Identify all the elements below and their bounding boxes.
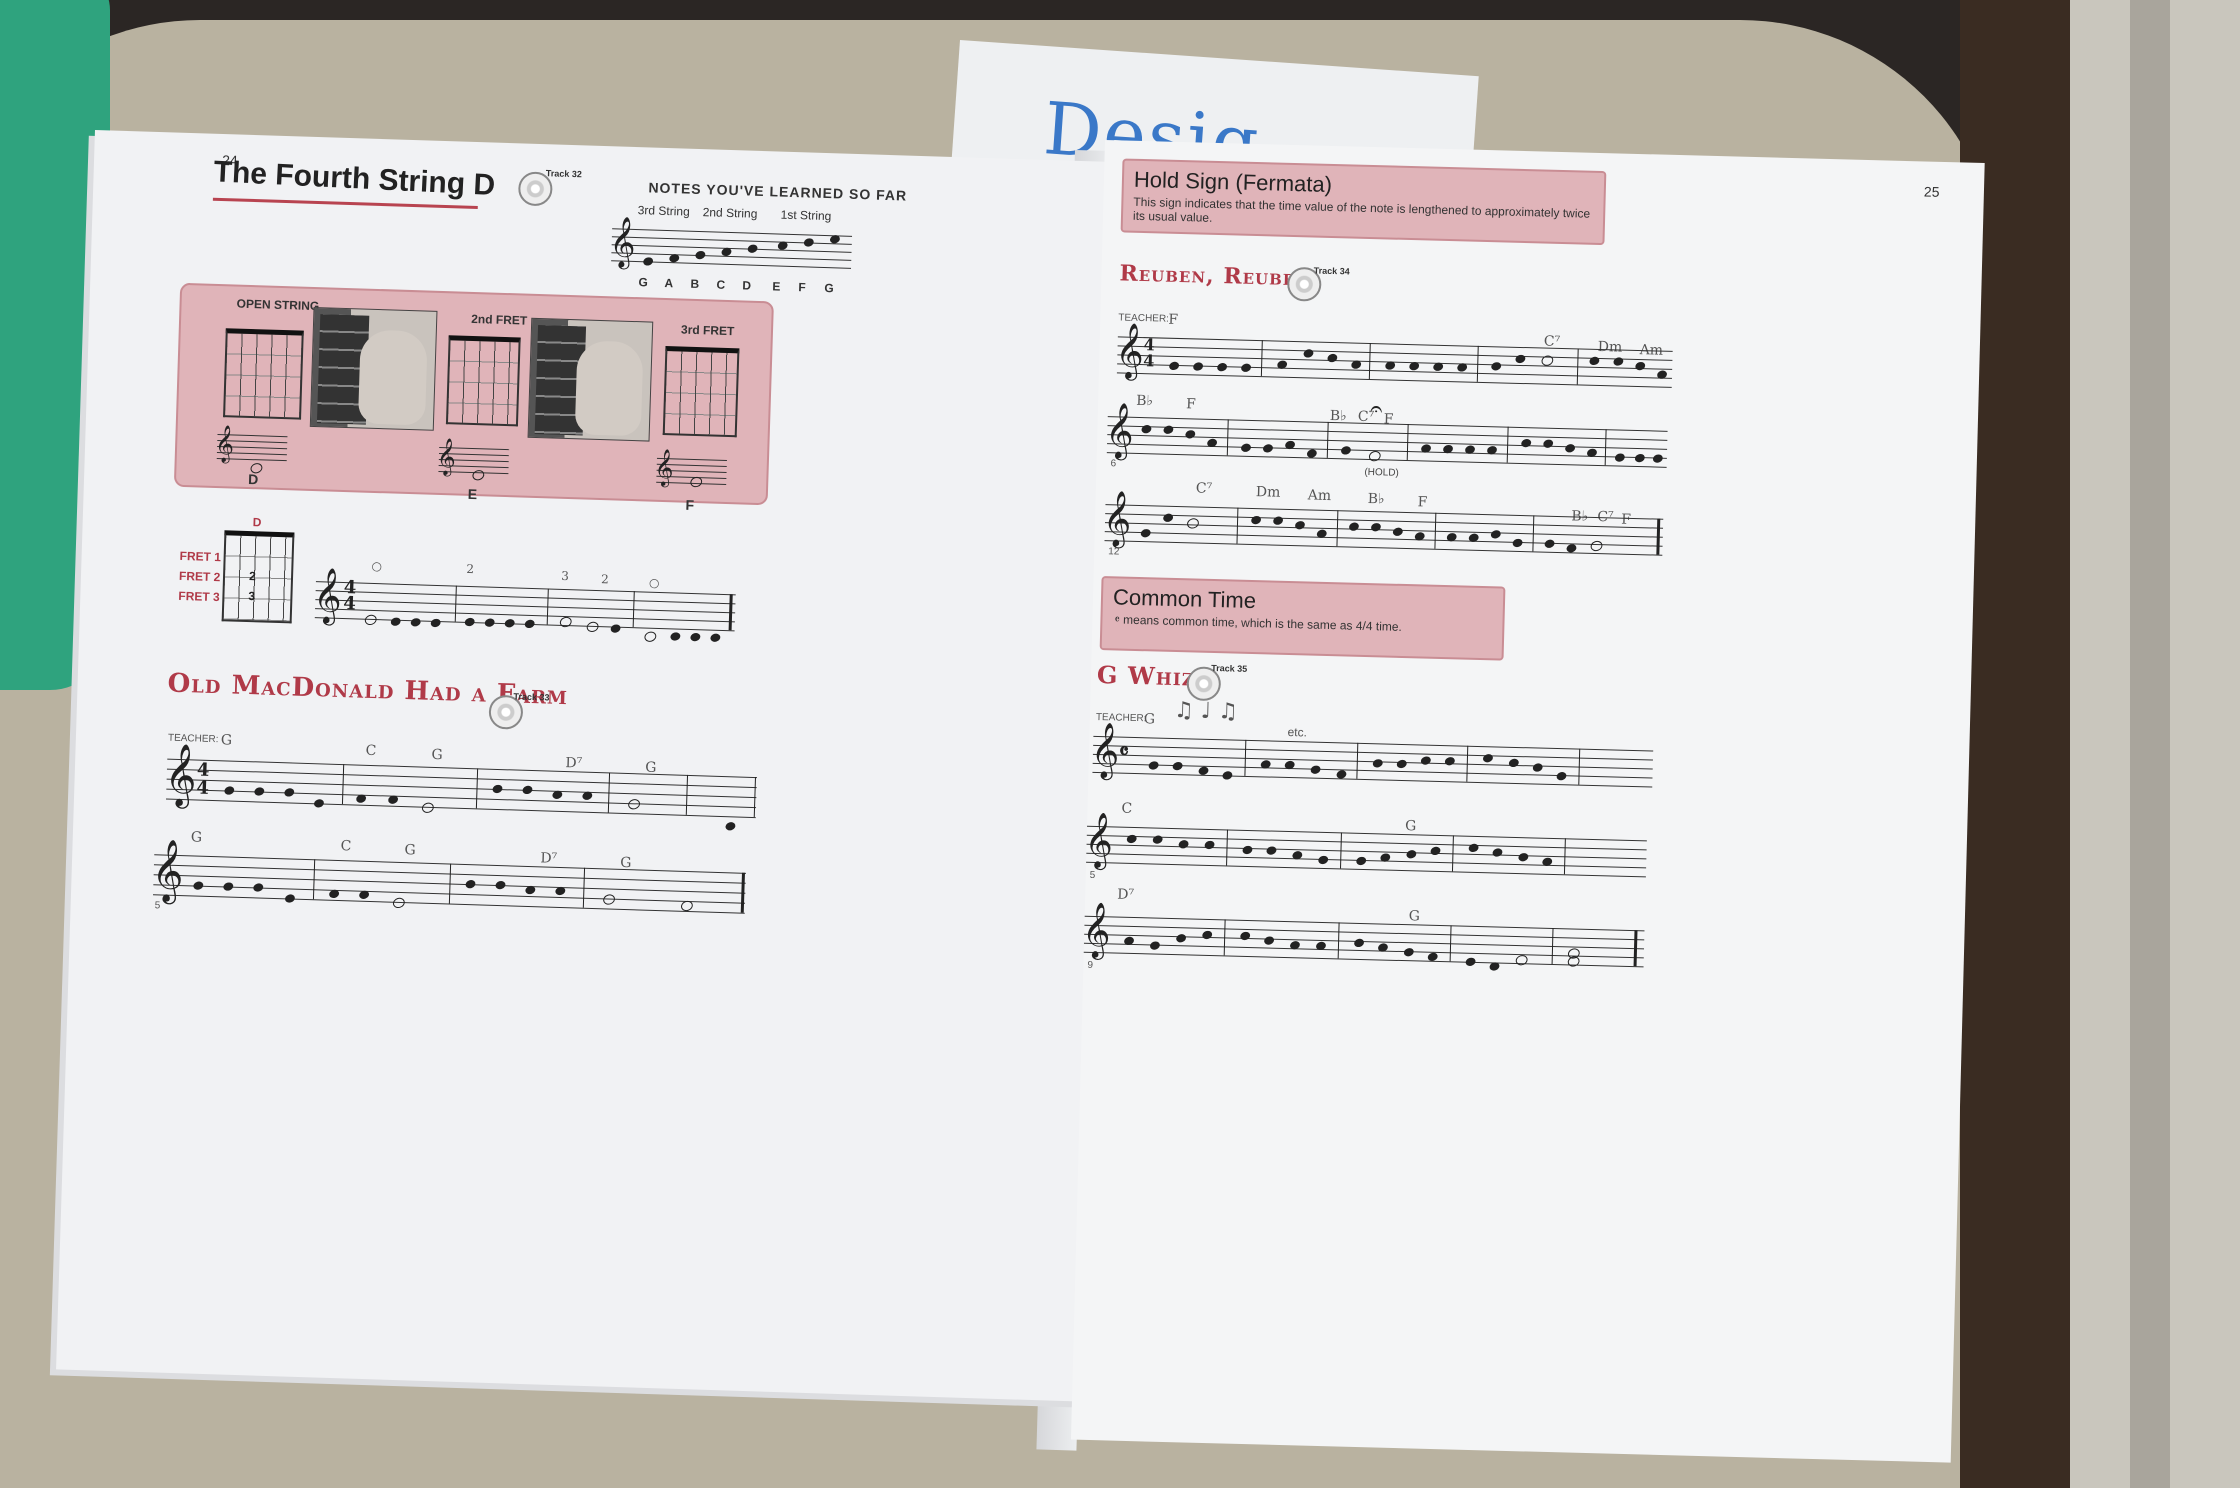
- track-label: Track 33: [513, 691, 550, 703]
- common-time-box: Common Time 𝄴 means common time, which i…: [1099, 576, 1506, 661]
- common-time-icon: 𝄴: [1114, 612, 1124, 627]
- song-staff-row-1: 𝄞 𝄴: [1090, 722, 1654, 788]
- finger-number: ○: [371, 558, 383, 574]
- track-label: Track 35: [1211, 662, 1248, 674]
- chord-symbol: F: [1168, 311, 1179, 328]
- chord-symbol: G: [220, 732, 233, 749]
- hand-photo: [309, 306, 438, 431]
- fret-diagram: [223, 328, 304, 420]
- page-title: The Fourth String D: [212, 155, 496, 203]
- chord-symbol: C⁷: [1195, 480, 1213, 497]
- song-title: Reuben, Reuben: [1119, 260, 1311, 292]
- fermata-icon: 𝄐: [1369, 397, 1383, 423]
- fret-chart-top: D: [252, 515, 262, 530]
- fret-diagram: [445, 335, 521, 427]
- chord-symbol: B♭: [1135, 392, 1154, 410]
- fret-label: FRET 2: [178, 568, 221, 585]
- chord-symbol: G: [404, 842, 416, 859]
- chord-symbol: D⁷: [1117, 886, 1135, 904]
- chord-symbol: G: [431, 746, 443, 764]
- left-page: 24 The Fourth String D Track 32 NOTES YO…: [56, 130, 1135, 1403]
- common-time-text: 𝄴 means common time, which is the same a…: [1114, 612, 1403, 634]
- panel-label-open: OPEN STRING: [236, 296, 320, 314]
- hold-sign-box: Hold Sign (Fermata) This sign indicates …: [1120, 158, 1607, 246]
- song-staff-row-2: 𝄞: [1084, 812, 1647, 878]
- chord-symbol: Am: [1307, 487, 1332, 505]
- chord-symbol: D⁷: [540, 850, 558, 867]
- hold-label: (HOLD): [1364, 466, 1399, 479]
- song-staff-row-1: 𝄞 44: [1115, 322, 1673, 388]
- measure-number: 12: [1108, 546, 1120, 558]
- chord-symbol: Dm: [1255, 484, 1281, 501]
- panel-label-3rd-fret: 3rd FRET: [680, 322, 735, 339]
- note-name: G: [638, 275, 649, 290]
- song-staff-row-1: 𝄞 44: [164, 743, 758, 832]
- track-label: Track 34: [1313, 265, 1350, 277]
- panel-label-2nd-fret: 2nd FRET: [471, 311, 528, 328]
- note-staff: 𝄞: [215, 424, 288, 475]
- white-wall: [2070, 0, 2240, 1488]
- fret-marker: 3: [248, 589, 256, 604]
- chord-symbol: G: [190, 829, 203, 846]
- chord-symbol: C: [365, 742, 377, 760]
- fret-diagram: [662, 346, 740, 438]
- note-name: B: [690, 276, 700, 292]
- finger-number: 3: [561, 568, 570, 584]
- panel-note: E: [467, 485, 478, 503]
- string-label: 3rd String: [637, 203, 690, 219]
- panel-note: F: [685, 496, 695, 513]
- page-number: 25: [1923, 183, 1940, 200]
- chord-symbol: B♭: [1367, 491, 1385, 508]
- photo-scene: Desig 24 The Fourth String D Track 32 NO…: [0, 0, 2240, 1488]
- note-name: A: [664, 275, 674, 291]
- note-name: E: [772, 279, 781, 294]
- song-title: G Whiz: [1096, 659, 1196, 692]
- time-signature: 44: [342, 577, 357, 615]
- song-staff-row-2: 𝄞 𝄐: [1105, 397, 1668, 468]
- chord-symbol: C: [340, 838, 352, 855]
- measure-number: 5: [1089, 869, 1096, 881]
- note-staff: 𝄞: [654, 448, 727, 489]
- chord-symbol: G: [1408, 908, 1421, 925]
- right-page: 25 Hold Sign (Fermata) This sign indicat…: [1070, 140, 1985, 1463]
- note-name: C: [716, 277, 726, 292]
- finger-number: 2: [466, 561, 475, 577]
- common-time-icon: 𝄴: [1118, 738, 1130, 765]
- fret-label: FRET 3: [178, 588, 220, 605]
- etc-label: etc.: [1287, 724, 1308, 740]
- chord-symbol: G: [1143, 711, 1156, 728]
- fret-chart: [221, 530, 295, 624]
- note-name: F: [798, 280, 806, 295]
- chord-symbol: C: [1121, 800, 1133, 817]
- song-staff-row-2: 𝄞: [151, 838, 746, 914]
- notes-learned-heading: NOTES YOU'VE LEARNED SO FAR: [648, 179, 908, 204]
- finger-number: ○: [648, 575, 660, 590]
- chord-symbol: D⁷: [565, 755, 583, 772]
- rhythm-pattern-icon: ♫ ♩ ♫: [1173, 698, 1239, 725]
- hold-sign-text: This sign indicates that the time value …: [1132, 194, 1591, 225]
- measure-number: 6: [1110, 458, 1117, 470]
- track-label: Track 32: [545, 168, 583, 180]
- string-label: 2nd String: [702, 205, 758, 221]
- chord-symbol: F: [1185, 396, 1197, 413]
- panel-note: D: [247, 470, 259, 488]
- notes-learned-staff: 𝄞: [609, 216, 853, 272]
- common-time-title: Common Time: [1112, 584, 1257, 614]
- exercise-staff: 𝄞 44: [313, 567, 736, 644]
- fret-position-panel: OPEN STRING 2nd FRET 3rd FRET 𝄞 D 𝄞 E 𝄞 …: [173, 282, 774, 513]
- hand-photo: [527, 317, 654, 442]
- chord-symbol: G: [1404, 818, 1417, 835]
- song-staff-row-3: 𝄞: [1082, 902, 1645, 972]
- note-staff: 𝄞: [436, 437, 510, 482]
- note-name: D: [742, 278, 752, 293]
- string-label: 1st String: [780, 207, 832, 224]
- measure-number: 9: [1087, 959, 1094, 971]
- hold-sign-title: Hold Sign (Fermata): [1133, 166, 1333, 197]
- finger-number: 2: [600, 572, 609, 587]
- note-name: G: [824, 280, 834, 296]
- fret-marker: 2: [248, 569, 256, 584]
- measure-number: 5: [154, 900, 161, 912]
- fret-label: FRET 1: [179, 548, 222, 565]
- chord-symbol: F: [1417, 494, 1428, 511]
